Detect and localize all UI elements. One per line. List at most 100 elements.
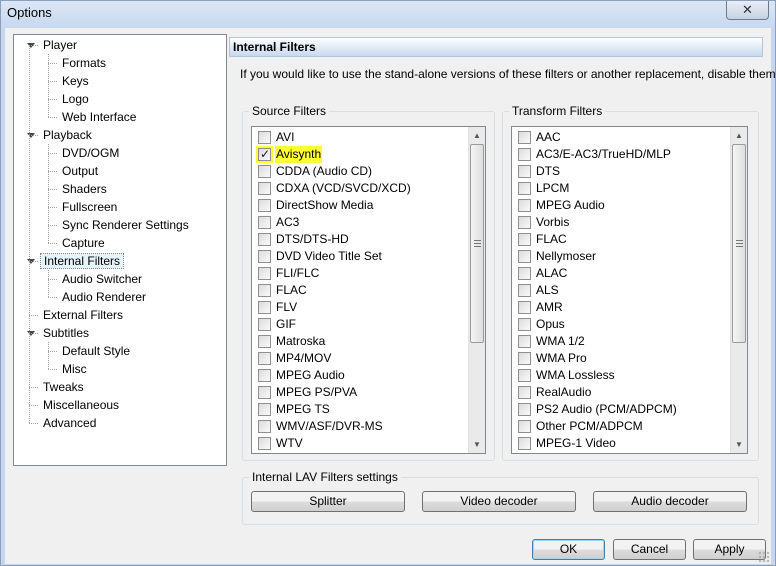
filter-item-dvd-video-title-set[interactable]: DVD Video Title Set — [254, 248, 465, 265]
cancel-button[interactable]: Cancel — [613, 539, 686, 560]
filter-item-aac[interactable]: AAC — [514, 129, 727, 146]
ok-button[interactable]: OK — [532, 539, 605, 560]
scroll-down-icon[interactable]: ▼ — [469, 436, 485, 453]
filter-item-flac[interactable]: FLAC — [514, 231, 727, 248]
tree-item-advanced[interactable]: Advanced — [40, 414, 99, 432]
tree-item-external-filters[interactable]: External Filters — [40, 306, 126, 324]
filter-checkbox[interactable] — [258, 437, 271, 450]
filter-item-realaudio[interactable]: RealAudio — [514, 384, 727, 401]
filter-item-cdxa-vcd-svcd-xcd[interactable]: CDXA (VCD/SVCD/XCD) — [254, 180, 465, 197]
filter-item-dts-dts-hd[interactable]: DTS/DTS-HD — [254, 231, 465, 248]
filter-checkbox[interactable] — [518, 420, 531, 433]
scroll-up-icon[interactable]: ▲ — [731, 127, 747, 144]
filter-item-mpeg-1-video[interactable]: MPEG-1 Video — [514, 435, 727, 452]
filter-checkbox[interactable] — [518, 148, 531, 161]
filter-item-dts[interactable]: DTS — [514, 163, 727, 180]
filter-item-als[interactable]: ALS — [514, 282, 727, 299]
tree-item-dvd-ogm[interactable]: DVD/OGM — [59, 144, 122, 162]
filter-item-cdda-audio-cd[interactable]: CDDA (Audio CD) — [254, 163, 465, 180]
tree-item-miscellaneous[interactable]: Miscellaneous — [40, 396, 122, 414]
filter-item-mpeg-audio[interactable]: MPEG Audio — [254, 367, 465, 384]
filter-checkbox[interactable] — [258, 352, 271, 365]
filter-checkbox[interactable] — [258, 182, 271, 195]
tree-item-output[interactable]: Output — [59, 162, 101, 180]
video-decoder-button[interactable]: Video decoder — [422, 491, 576, 512]
filter-checkbox[interactable] — [518, 386, 531, 399]
filter-item-directshow-media[interactable]: DirectShow Media — [254, 197, 465, 214]
tree-item-keys[interactable]: Keys — [59, 72, 92, 90]
filter-item-mpeg-ps-pva[interactable]: MPEG PS/PVA — [254, 384, 465, 401]
filter-checkbox[interactable] — [518, 267, 531, 280]
resize-grip-icon[interactable] — [758, 551, 770, 563]
filter-checkbox[interactable] — [518, 165, 531, 178]
close-button[interactable]: ✕ — [726, 1, 769, 20]
tree-item-internal-filters[interactable]: Internal Filters — [27, 252, 125, 270]
filter-checkbox[interactable] — [518, 284, 531, 297]
filter-item-alac[interactable]: ALAC — [514, 265, 727, 282]
filter-checkbox[interactable] — [258, 199, 271, 212]
filter-item-opus[interactable]: Opus — [514, 316, 727, 333]
filter-checkbox[interactable] — [518, 318, 531, 331]
apply-button[interactable]: Apply — [693, 539, 766, 560]
filter-checkbox[interactable] — [518, 250, 531, 263]
filter-item-ps2-audio-pcm-adpcm[interactable]: PS2 Audio (PCM/ADPCM) — [514, 401, 727, 418]
filter-checkbox[interactable] — [518, 335, 531, 348]
filter-checkbox[interactable] — [518, 131, 531, 144]
filter-item-mpeg-ts[interactable]: MPEG TS — [254, 401, 465, 418]
filter-checkbox[interactable] — [518, 369, 531, 382]
filter-item-wma-1-2[interactable]: WMA 1/2 — [514, 333, 727, 350]
filter-item-flac[interactable]: FLAC — [254, 282, 465, 299]
filter-checkbox[interactable] — [258, 250, 271, 263]
tree-item-audio-switcher[interactable]: Audio Switcher — [59, 270, 145, 288]
tree-item-player[interactable]: Player — [27, 36, 80, 54]
filter-checkbox[interactable] — [258, 403, 271, 416]
tree-item-capture[interactable]: Capture — [59, 234, 108, 252]
filter-item-mpeg-audio[interactable]: MPEG Audio — [514, 197, 727, 214]
filter-checkbox[interactable] — [518, 216, 531, 229]
filter-item-matroska[interactable]: Matroska — [254, 333, 465, 350]
filter-checkbox[interactable] — [258, 165, 271, 178]
filter-checkbox[interactable] — [258, 233, 271, 246]
tree-item-sync-renderer-settings[interactable]: Sync Renderer Settings — [59, 216, 192, 234]
filter-checkbox[interactable] — [258, 301, 271, 314]
scroll-up-icon[interactable]: ▲ — [469, 127, 485, 144]
filter-checkbox[interactable] — [258, 335, 271, 348]
filter-checkbox[interactable] — [518, 301, 531, 314]
filter-checkbox[interactable] — [258, 318, 271, 331]
filter-item-wma-lossless[interactable]: WMA Lossless — [514, 367, 727, 384]
splitter-button[interactable]: Splitter — [251, 491, 405, 512]
scroll-thumb[interactable] — [732, 144, 746, 343]
filter-checkbox[interactable] — [258, 216, 271, 229]
tree-item-audio-renderer[interactable]: Audio Renderer — [59, 288, 149, 306]
filter-checkbox[interactable] — [258, 267, 271, 280]
tree-item-formats[interactable]: Formats — [59, 54, 109, 72]
title-bar[interactable]: Options ✕ — [1, 1, 775, 25]
filter-item-wtv[interactable]: WTV — [254, 435, 465, 452]
filter-checkbox[interactable] — [258, 146, 271, 163]
tree-item-default-style[interactable]: Default Style — [59, 342, 133, 360]
filter-item-ac3-e-ac3-truehd-mlp[interactable]: AC3/E-AC3/TrueHD/MLP — [514, 146, 727, 163]
filter-checkbox[interactable] — [258, 284, 271, 297]
tree-item-tweaks[interactable]: Tweaks — [40, 378, 87, 396]
filter-checkbox[interactable] — [258, 131, 271, 144]
tree-item-web-interface[interactable]: Web Interface — [59, 108, 139, 126]
tree-item-logo[interactable]: Logo — [59, 90, 92, 108]
filter-item-other-pcm-adpcm[interactable]: Other PCM/ADPCM — [514, 418, 727, 435]
filter-item-avisynth[interactable]: Avisynth — [254, 146, 465, 163]
filter-checkbox[interactable] — [258, 369, 271, 382]
tree-item-subtitles[interactable]: Subtitles — [27, 324, 92, 342]
filter-checkbox[interactable] — [258, 420, 271, 433]
scroll-thumb[interactable] — [470, 144, 484, 343]
filter-checkbox[interactable] — [518, 199, 531, 212]
transform-filters-list[interactable]: AAC AC3/E-AC3/TrueHD/MLP DTS LPCM MPEG Audio… — [511, 126, 748, 454]
filter-checkbox[interactable] — [518, 437, 531, 450]
tree-item-misc[interactable]: Misc — [59, 360, 90, 378]
filter-item-avi[interactable]: AVI — [254, 129, 465, 146]
filter-item-vorbis[interactable]: Vorbis — [514, 214, 727, 231]
filter-item-gif[interactable]: GIF — [254, 316, 465, 333]
filter-item-flv[interactable]: FLV — [254, 299, 465, 316]
filter-item-lpcm[interactable]: LPCM — [514, 180, 727, 197]
filter-item-mp4-mov[interactable]: MP4/MOV — [254, 350, 465, 367]
scroll-down-icon[interactable]: ▼ — [731, 436, 747, 453]
tree-item-fullscreen[interactable]: Fullscreen — [59, 198, 120, 216]
